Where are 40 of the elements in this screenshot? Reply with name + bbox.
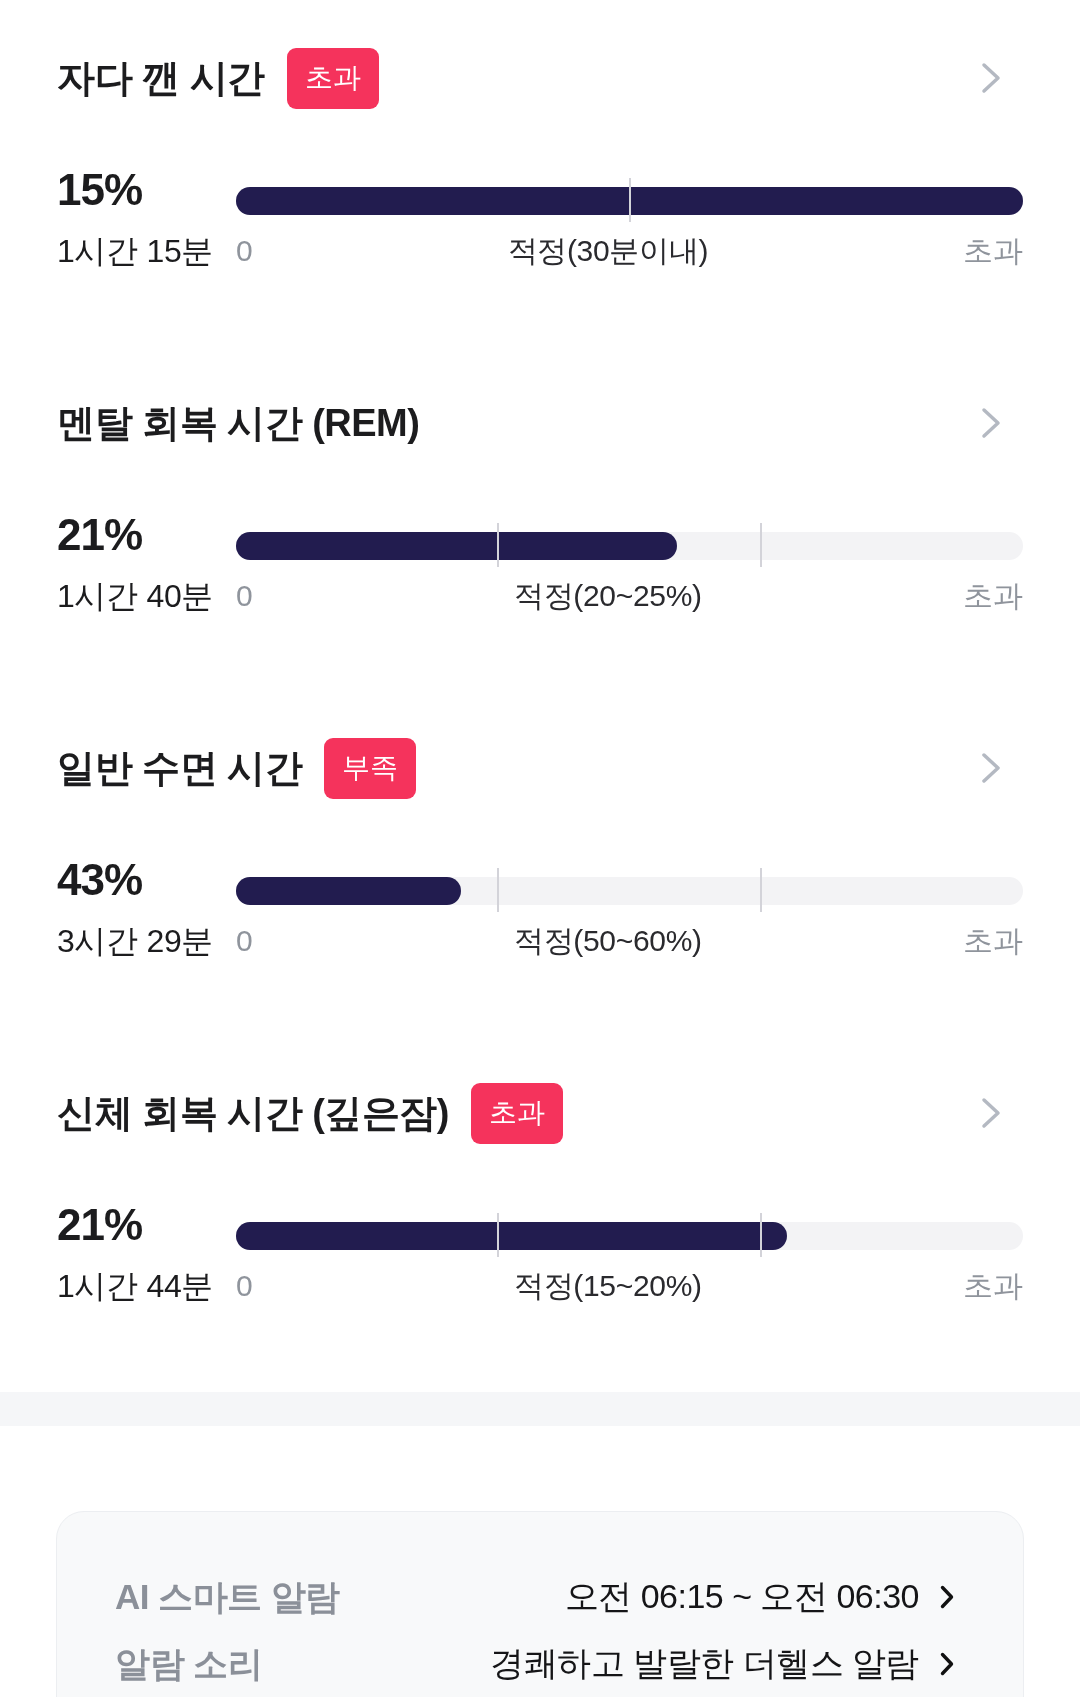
section-title: 멘탈 회복 시간 (REM) (57, 400, 420, 446)
axis-start-label: 0 (236, 578, 253, 614)
axis-end-label: 초과 (963, 233, 1023, 269)
duration-text: 1시간 15분 (57, 232, 215, 271)
axis-end-label: 초과 (963, 1268, 1023, 1304)
section-title: 신체 회복 시간 (깊은잠) (57, 1090, 449, 1136)
target-marker (759, 523, 762, 567)
axis-start-label: 0 (236, 923, 253, 959)
chevron-right-icon[interactable] (939, 1584, 955, 1610)
target-marker (497, 868, 500, 912)
status-badge: 초과 (471, 1082, 563, 1144)
chevron-right-icon[interactable] (939, 1651, 955, 1677)
target-range-label: 적정(20~25%) (513, 578, 702, 614)
target-marker (497, 1213, 500, 1257)
status-badge: 초과 (286, 47, 379, 109)
percent-value: 43% (57, 855, 144, 905)
axis-start-label: 0 (236, 1268, 253, 1304)
duration-text: 3시간 29분 (57, 922, 215, 961)
percent-value: 15% (57, 165, 144, 215)
percent-value: 21% (57, 1200, 144, 1250)
percent-value: 21% (57, 510, 144, 560)
section-title: 일반 수면 시간 (57, 745, 303, 791)
axis-start-label: 0 (236, 233, 253, 269)
target-range-label: 적정(30분이내) (507, 233, 709, 269)
setting-label: AI 스마트 알람 (115, 1575, 340, 1618)
duration-text: 1시간 44분 (57, 1267, 215, 1306)
axis-end-label: 초과 (963, 578, 1023, 614)
axis-end-label: 초과 (963, 923, 1023, 959)
target-marker (628, 178, 631, 222)
target-marker (759, 1213, 762, 1257)
setting-value[interactable]: 경쾌하고 발랄한 더헬스 알람 (490, 1641, 919, 1687)
status-badge: 부족 (324, 737, 417, 799)
target-range-label: 적정(50~60%) (513, 923, 702, 959)
target-range-label: 적정(15~20%) (513, 1268, 702, 1304)
duration-text: 1시간 40분 (57, 577, 215, 616)
target-marker (759, 868, 762, 912)
setting-value[interactable]: 오전 06:15 ~ 오전 06:30 (564, 1574, 919, 1620)
target-marker (497, 523, 500, 567)
section-title: 자다 깬 시간 (57, 55, 265, 101)
setting-label: 알람 소리 (115, 1642, 263, 1685)
